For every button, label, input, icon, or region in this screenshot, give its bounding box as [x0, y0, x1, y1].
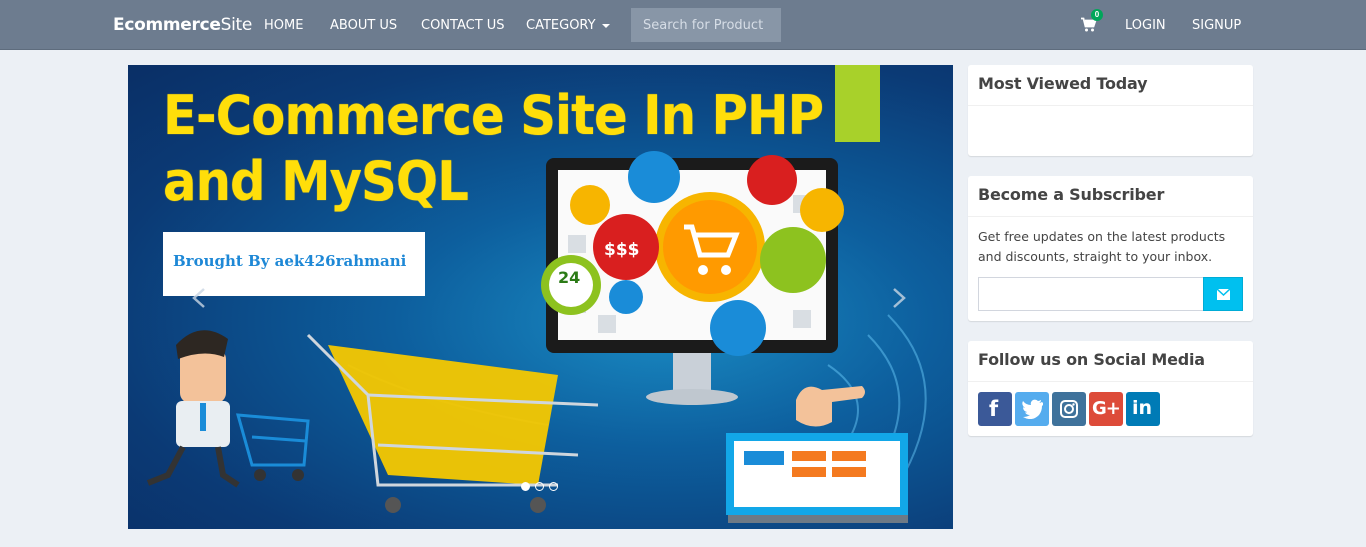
svg-text:$$$: $$$ — [604, 240, 640, 260]
subscriber-box: Become a Subscriber Get free updates on … — [968, 176, 1253, 321]
social-title: Follow us on Social Media — [968, 341, 1253, 382]
twitter-icon — [1022, 399, 1043, 419]
cart-count-badge: 0 — [1091, 9, 1103, 21]
nav-category-label: CATEGORY — [526, 18, 596, 33]
nav-about-us[interactable]: ABOUT US — [330, 18, 397, 33]
chevron-left-icon[interactable] — [190, 287, 210, 309]
linkedin-icon: in — [1132, 397, 1153, 419]
subscribe-email-input[interactable] — [978, 277, 1204, 311]
envelope-icon — [1217, 289, 1230, 300]
linkedin-button[interactable]: in — [1126, 392, 1160, 426]
facebook-button[interactable]: f — [978, 392, 1012, 426]
nav-category-dropdown[interactable]: CATEGORY — [526, 18, 610, 33]
banner-carousel: $$$ 24 E-Commerce Site In PHP and MySQL … — [128, 65, 953, 529]
instagram-button[interactable] — [1052, 392, 1086, 426]
twitter-button[interactable] — [1015, 392, 1049, 426]
subscriber-title: Become a Subscriber — [968, 176, 1253, 217]
google-plus-button[interactable]: G+ — [1089, 392, 1123, 426]
subscriber-description: Get free updates on the latest products … — [978, 229, 1226, 264]
google-plus-icon: G+ — [1092, 398, 1121, 419]
nav-signup[interactable]: SIGNUP — [1192, 18, 1241, 33]
most-viewed-title: Most Viewed Today — [968, 65, 1253, 106]
nav-home[interactable]: HOME — [264, 18, 303, 33]
top-navbar: EcommerceSite HOME ABOUT US CONTACT US C… — [0, 0, 1366, 50]
facebook-icon: f — [989, 397, 999, 421]
nav-contact-us[interactable]: CONTACT US — [421, 18, 505, 33]
carousel-indicator-2[interactable] — [535, 482, 544, 491]
nav-login[interactable]: LOGIN — [1125, 18, 1166, 33]
banner-accent-tab — [835, 65, 880, 142]
subscribe-button[interactable] — [1203, 277, 1243, 311]
banner-title: E-Commerce Site In PHP and MySQL — [163, 83, 824, 215]
instagram-icon — [1060, 400, 1078, 418]
banner-title-line-1: E-Commerce Site In PHP — [163, 84, 824, 147]
svg-text:24: 24 — [558, 268, 580, 287]
most-viewed-box: Most Viewed Today — [968, 65, 1253, 156]
brand-logo[interactable]: EcommerceSite — [113, 15, 252, 35]
social-box: Follow us on Social Media f G+ in — [968, 341, 1253, 436]
caret-down-icon — [601, 23, 610, 28]
carousel-indicator-3[interactable] — [549, 482, 558, 491]
chevron-right-icon[interactable] — [888, 287, 908, 309]
banner-credit-text: Brought By aek426rahmani — [173, 252, 407, 270]
banner-title-line-2: and MySQL — [163, 150, 469, 213]
carousel-indicator-1[interactable] — [521, 482, 530, 491]
search-input[interactable] — [631, 8, 781, 42]
